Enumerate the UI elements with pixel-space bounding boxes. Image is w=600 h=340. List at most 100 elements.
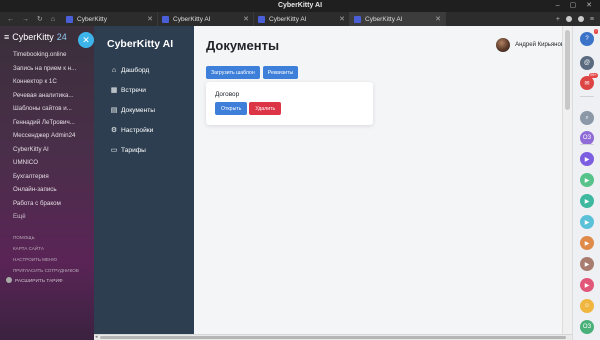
portal-menu-item[interactable]: Коннектор к 1С [0,75,94,89]
portal-menu-item[interactable]: Шаблоны сайтов и... [0,102,94,116]
video-icon[interactable]: ▶ [580,152,594,166]
horizontal-scrollbar[interactable]: ◂ [94,334,572,340]
home-icon[interactable]: ⌂ [51,16,55,23]
nav-meetings[interactable]: ▦ Встречи [94,80,194,100]
portal-menu-item-active[interactable]: CyberKitty AI [0,143,94,157]
extension-icon[interactable] [577,16,584,22]
expand-plan-label: Расширить тариф [15,278,63,284]
video-icon-glyph: ▶ [584,240,590,247]
notification-badge: 99+ [588,73,598,78]
requisites-button[interactable]: Реквизиты [262,66,299,79]
upload-template-button[interactable]: Загрузить шаблон [206,66,260,79]
portal-sidebar: ≡ CyberKitty 24 Timebooking.online Запис… [0,26,94,340]
browser-nav: ← → ↻ ⌂ [0,12,62,26]
portal-menu-item[interactable]: Бухгалтерия [0,170,94,184]
portal-logo-text: CyberKitty [12,32,54,42]
user-name: Андрей Кирьянов [515,42,564,48]
divider [0,224,94,232]
video-icon[interactable]: ▶ [580,236,594,250]
portal-menu-item[interactable]: Работа с браком [0,197,94,211]
at-icon-glyph: @ [583,60,591,66]
card-icon: ▭ [110,147,118,154]
back-icon[interactable]: ← [7,16,14,23]
tab-label: CyberKitty AI [173,15,211,23]
configure-menu-link[interactable]: Настроить меню [0,254,94,265]
video-icon[interactable]: ▶ [580,278,594,292]
at-icon[interactable]: @ [580,56,594,70]
nav-label: Настройки [121,126,154,134]
portal-menu-item[interactable]: Запись на прием к н... [0,62,94,76]
close-app-button[interactable]: ✕ [78,32,94,48]
nav-label: Встречи [121,86,146,94]
video-icon[interactable]: ▶ [580,257,594,271]
favicon-icon [66,15,73,23]
scrollbar-thumb[interactable] [100,336,566,339]
search-icon[interactable]: ⌕ [580,111,594,125]
nav-label: Документы [121,106,155,114]
scrollbar-thumb[interactable] [565,30,570,110]
browser-tab[interactable]: CyberKitty ✕ [62,12,158,26]
new-tab-icon[interactable]: + [556,16,560,23]
video-icon-glyph: ▶ [584,282,590,289]
group-chat-icon[interactable]: ОЗ [580,320,594,334]
help-icon[interactable]: ?! [580,29,598,46]
browser-tabbar: ← → ↻ ⌂ CyberKitty ✕ CyberKitty AI ✕ Cyb… [0,12,600,26]
scroll-left-icon[interactable]: ◂ [95,334,98,340]
portal-menu-item[interactable]: Мессенджер Admin24 [0,129,94,143]
calendar-icon: ▦ [110,87,118,94]
nav-dashboard[interactable]: ⌂ Дашборд [94,60,194,80]
video-icon[interactable]: ▶ [580,215,594,229]
invite-link[interactable]: Пригласить сотрудников [0,265,94,276]
favicon-icon [354,15,361,23]
sitemap-link[interactable]: Карта сайта [0,243,94,254]
right-toolbar: ?! @ ✉ 99+ ⌕ ОЗ ▶ ▶ ▶ ▶ ▶ ▶ ▶ ☺ ОЗ [572,26,600,340]
reload-icon[interactable]: ↻ [37,15,43,23]
browser-toolbar: + ≡ [446,12,600,26]
tab-close-icon[interactable]: ✕ [435,15,441,23]
tab-close-icon[interactable]: ✕ [243,15,249,23]
group-icon-glyph: ☺ [583,303,591,309]
browser-tab[interactable]: CyberKitty AI ✕ [158,12,254,26]
video-icon-glyph: ▶ [584,219,590,226]
tab-close-icon[interactable]: ✕ [147,15,153,23]
chat-icon[interactable]: ✉ 99+ [580,73,598,90]
portal-menu-item[interactable]: Речевая аналитика... [0,89,94,103]
portal-menu-more[interactable]: Ещё [0,210,94,224]
browser-tab[interactable]: CyberKitty AI ✕ [254,12,350,26]
group-icon[interactable]: ☺ [580,299,594,313]
portal-menu-item[interactable]: UMNICO [0,156,94,170]
vertical-scrollbar[interactable] [562,26,572,334]
hamburger-icon[interactable]: ≡ [4,32,9,42]
portal-menu-item[interactable]: Timebooking.online [0,48,94,62]
portal-menu-item[interactable]: Онлайн-запись [0,183,94,197]
portal-menu-item[interactable]: Геннадий ЛеТрович... [0,116,94,130]
forward-icon[interactable]: → [22,16,29,23]
tab-close-icon[interactable]: ✕ [339,15,345,23]
help-link[interactable]: Помощь [0,232,94,243]
expand-plan-button[interactable]: Расширить тариф [0,276,94,288]
browser-tab-active[interactable]: CyberKitty AI ✕ [350,12,446,26]
nav-label: Дашборд [121,66,150,74]
chat-icon-glyph: ✉ [584,80,590,87]
user-profile[interactable]: Андрей Кирьянов [496,38,564,52]
main-content: Документы Андрей Кирьянов Загрузить шабл… [194,26,572,336]
menu-icon[interactable]: ≡ [590,16,594,23]
help-icon-glyph: ? [585,36,589,42]
window-controls[interactable]: – ▢ ✕ [556,0,596,12]
gear-icon: ⚙ [110,127,118,134]
nav-tariffs[interactable]: ▭ Тарифы [94,140,194,160]
favicon-icon [258,15,265,23]
video-icon[interactable]: ▶ [580,194,594,208]
group-chat-icon[interactable]: ОЗ [580,131,594,145]
nav-settings[interactable]: ⚙ Настройки [94,120,194,140]
nav-documents[interactable]: ▤ Документы [94,100,194,120]
open-document-button[interactable]: Открыть [215,102,248,115]
avatar[interactable] [496,38,511,52]
video-icon[interactable]: ▶ [580,173,594,187]
delete-document-button[interactable]: Удалить [249,102,282,115]
video-icon-glyph: ▶ [584,198,590,205]
document-actions: Открыть Удалить [215,102,282,115]
portal-logo-version: 24 [56,32,67,42]
profile-icon[interactable] [565,16,572,22]
nav-label: Тарифы [121,146,146,154]
